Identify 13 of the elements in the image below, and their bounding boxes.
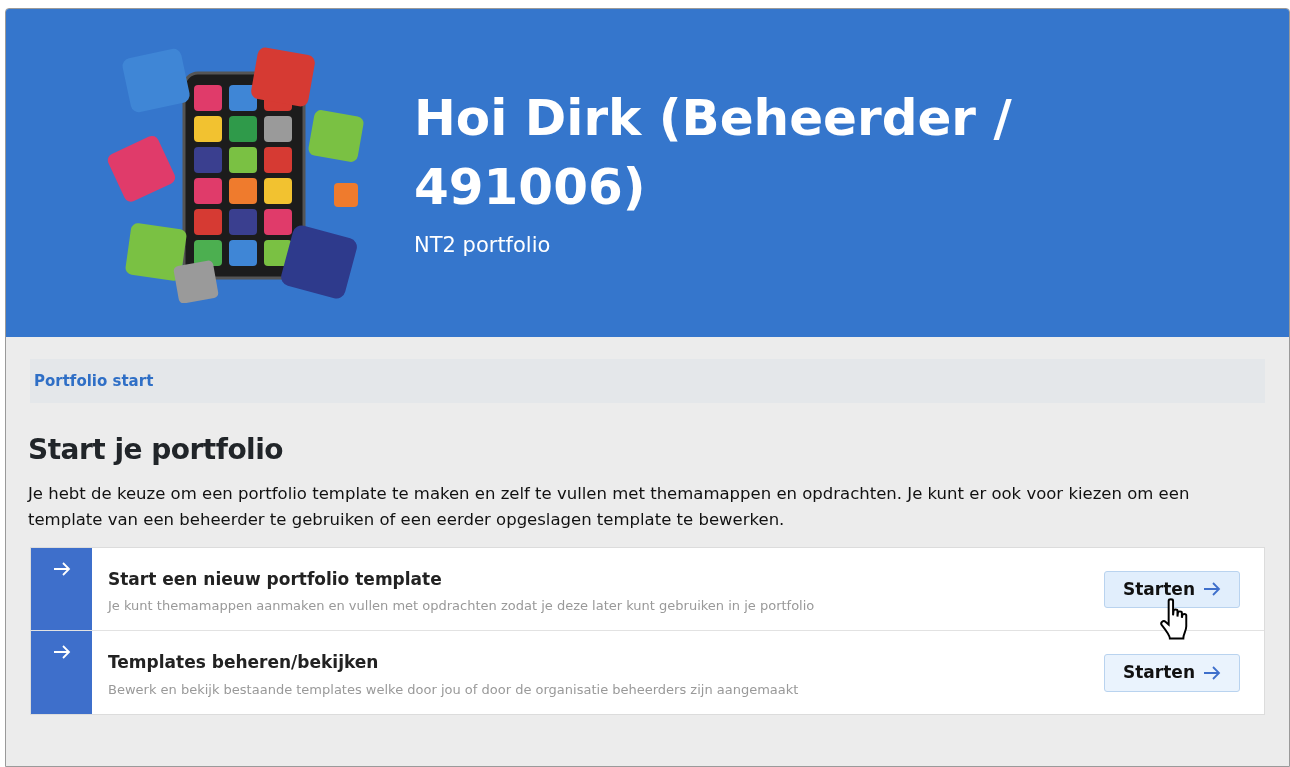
intro-paragraph: Je hebt de keuze om een portfolio template te maken en zelf te vullen met themamappen en opdrachten. Je kunt er ook voor kiezen om een template van een beheerder te gebruiken of een eerder opgeslagen template te bewerken. <box>28 482 1191 531</box>
start-button[interactable]: Starten <box>1104 654 1240 692</box>
greeting-heading: Hoi Dirk (Beheerder / 491006) <box>414 88 1013 219</box>
arrow-icon <box>1203 665 1221 680</box>
arrow-icon <box>1203 582 1221 597</box>
start-button[interactable]: Starten <box>1104 570 1240 609</box>
option-description: Bewerk en bekijk bestaande templates welke door jou of door de organisatie beheerders zijn aangemaakt <box>108 680 799 699</box>
subtitle: NT2 portfolio <box>414 232 552 260</box>
option-title: Templates beheren/bekijken <box>108 651 380 675</box>
option-title: Start een nieuw portfolio template <box>108 567 443 591</box>
breadcrumb-link[interactable]: Portfolio start <box>30 372 154 390</box>
page-heading: Start je portfolio <box>28 433 285 467</box>
option-description: Je kunt themamappen aanmaken en vullen met opdrachten zodat je deze later kunt gebruiken in je portfolio <box>108 597 815 616</box>
